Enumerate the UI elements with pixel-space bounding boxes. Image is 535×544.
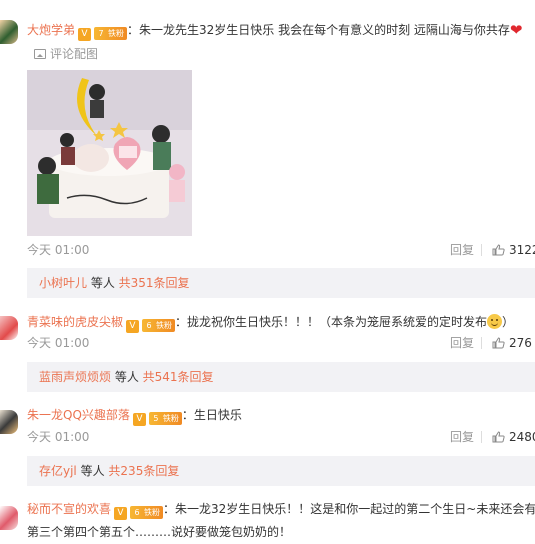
reply-button[interactable]: 回复 xyxy=(450,242,474,258)
verified-badge: V xyxy=(132,413,146,426)
comment-header: 秘而不宣的欢喜 V 6 铁粉 ：朱一龙32岁生日快乐！！这是和你一起过的第二个生日~未来… xyxy=(27,500,535,520)
reply-connector: 等人 xyxy=(76,464,109,478)
fan-badge: 7 铁粉 xyxy=(94,27,128,40)
reply-user[interactable]: 小树叶儿 xyxy=(39,276,87,290)
comment-time: 今天 01:00 xyxy=(27,243,90,257)
username[interactable]: 青菜味的虎皮尖椒 xyxy=(27,315,123,329)
fan-label: 铁粉 xyxy=(144,508,161,517)
like-button[interactable]: 3122 xyxy=(492,242,535,258)
divider xyxy=(481,244,482,256)
replies-summary[interactable]: 小树叶儿 等人 共351条回复 xyxy=(27,268,535,298)
comment-item: 朱一龙QQ兴趣部落V5铁粉：生日快乐 今天 01:00 回复 2480 存亿yj… xyxy=(0,392,535,488)
fan-label: 铁粉 xyxy=(108,29,125,38)
comment-item: 青菜味的虎皮尖椒 V 6 铁粉 ：拢龙祝你生日快乐！！！（本条为笼屉系统爱的定时发布） … xyxy=(0,300,535,392)
comment-time: 今天 01:00 xyxy=(27,430,90,444)
verified-badge: V xyxy=(78,28,92,41)
comment-text: ：朱一龙32岁生日快乐！！这是和你一起过的第二个生日~未来还会有 xyxy=(163,502,535,516)
comment-text: ：生日快乐 xyxy=(181,408,242,422)
username[interactable]: 大炮学弟 xyxy=(27,23,75,37)
like-count: 3122 xyxy=(509,243,535,257)
reply-user[interactable]: 存亿yjl xyxy=(39,464,77,478)
avatar[interactable] xyxy=(0,316,18,340)
fan-level: 5 xyxy=(153,414,159,423)
comment-text-tail: ） xyxy=(502,315,515,329)
replies-summary[interactable]: 蓝雨声烦烦烦 等人 共541条回复 xyxy=(27,362,535,392)
verified-badge: V xyxy=(126,320,140,333)
comment-time: 今天 01:00 xyxy=(27,336,90,350)
fan-level: 6 xyxy=(146,321,152,330)
comment-text: ：拢龙祝你生日快乐！！！（本条为笼屉系统爱的定时发布 xyxy=(175,315,488,329)
reply-connector: 等人 xyxy=(87,276,119,290)
like-button[interactable]: 276 xyxy=(492,335,532,351)
reply-connector: 等人 xyxy=(111,370,143,384)
avatar[interactable] xyxy=(0,20,18,44)
reply-count-link[interactable]: 共541条回复 xyxy=(143,370,214,384)
comment-header: 朱一龙QQ兴趣部落 V 5 铁粉 ：生日快乐 xyxy=(27,406,242,426)
picture-icon xyxy=(34,49,46,59)
reply-user[interactable]: 蓝雨声烦烦烦 xyxy=(39,370,111,384)
like-button[interactable]: 2480 xyxy=(492,429,535,445)
pic-link-label: 评论配图 xyxy=(50,47,99,61)
fan-badge: 6 铁粉 xyxy=(142,319,176,332)
comment-picture-link[interactable]: 评论配图 xyxy=(34,46,98,62)
replies-summary[interactable]: 存亿yjl 等人 共235条回复 xyxy=(27,456,535,486)
thumbs-up-icon xyxy=(492,244,505,256)
thumbs-up-icon xyxy=(492,337,505,349)
verified-badge: V xyxy=(114,507,128,520)
fan-level: 6 xyxy=(134,508,140,517)
reply-button[interactable]: 回复 xyxy=(450,335,474,351)
comment-header: 大炮学弟 V 7 铁粉 ：朱一龙先生32岁生日快乐 我会在每个有意义的时刻 远隔山海与你… xyxy=(27,21,523,41)
reply-count-link[interactable]: 共235条回复 xyxy=(108,464,179,478)
comment-photo[interactable] xyxy=(27,70,192,236)
comment-item: 大炮学弟 V 7 铁粉 ：朱一龙先生32岁生日快乐 我会在每个有意义的时刻 远隔山海与你… xyxy=(0,0,535,300)
fan-label: 铁粉 xyxy=(162,414,179,423)
divider xyxy=(481,431,482,443)
cake-photo-illustration xyxy=(27,70,192,236)
comment-text: ：朱一龙先生32岁生日快乐 我会在每个有意义的时刻 远隔山海与你共存 xyxy=(127,23,510,37)
divider xyxy=(481,337,482,349)
heart-emoji-icon: ❤ xyxy=(509,21,523,39)
username[interactable]: 朱一龙QQ兴趣部落 xyxy=(27,408,130,422)
avatar[interactable] xyxy=(0,506,18,530)
comment-text-line2: 第三个第四个第五个………说好要做笼包奶奶的！ xyxy=(27,525,292,539)
fan-badge: 5 铁粉 xyxy=(148,412,182,425)
comment-header: 青菜味的虎皮尖椒 V 6 铁粉 ：拢龙祝你生日快乐！！！（本条为笼屉系统爱的定时发布 ） xyxy=(27,313,514,333)
like-count: 276 xyxy=(509,336,532,350)
fan-label: 铁粉 xyxy=(156,321,173,330)
smile-emoji-icon xyxy=(487,314,503,329)
like-count: 2480 xyxy=(509,430,535,444)
thumbs-up-icon xyxy=(492,431,505,443)
reply-count-link[interactable]: 共351条回复 xyxy=(119,276,190,290)
comment-item: 秘而不宣的欢喜 V 6 铁粉 ：朱一龙32岁生日快乐！！这是和你一起过的第二个生日~未来… xyxy=(0,488,535,544)
reply-button[interactable]: 回复 xyxy=(450,429,474,445)
avatar[interactable] xyxy=(0,410,18,434)
fan-level: 7 xyxy=(98,29,104,38)
username[interactable]: 秘而不宣的欢喜 xyxy=(27,502,111,516)
fan-badge: 6 铁粉 xyxy=(130,506,164,519)
